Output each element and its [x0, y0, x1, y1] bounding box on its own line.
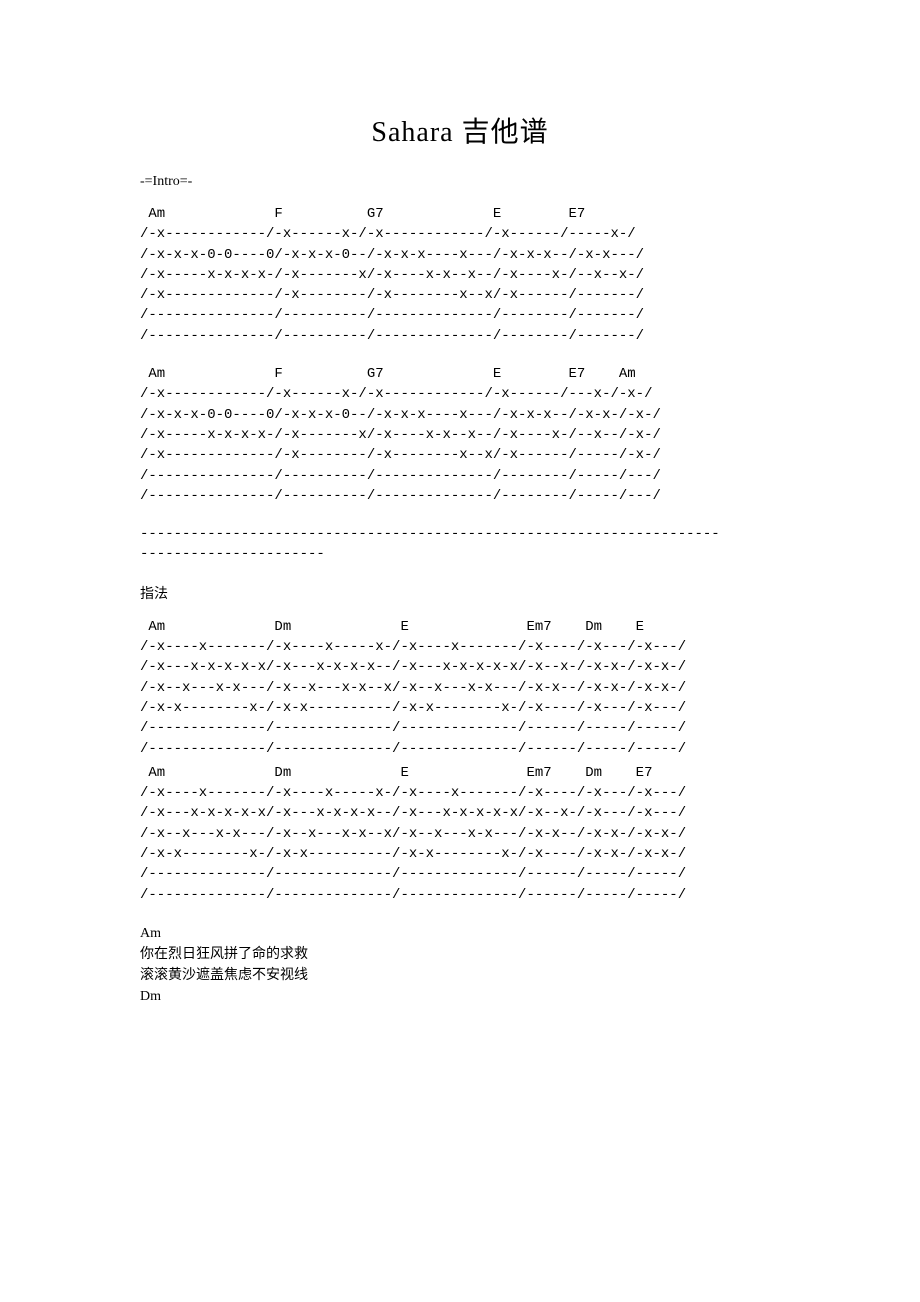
page-title: Sahara 吉他谱	[140, 110, 780, 150]
tab-line: /---------------/----------/------------…	[140, 326, 780, 346]
tab-line: /-x-x--------x-/-x-x----------/-x-x-----…	[140, 698, 780, 718]
tab-line: /--------------/--------------/---------…	[140, 885, 780, 905]
tab-block-3: Am Dm E Em7 Dm E /-x----x-------/-x----x…	[140, 617, 780, 759]
tab-line: /-x--x---x-x---/-x--x---x-x--x/-x--x---x…	[140, 678, 780, 698]
lyric-chord: Dm	[140, 986, 780, 1007]
tab-line: /-x--x---x-x---/-x--x---x-x--x/-x--x---x…	[140, 824, 780, 844]
tab-line: /-x----x-------/-x----x-----x-/-x----x--…	[140, 637, 780, 657]
tab-line: /---------------/----------/------------…	[140, 486, 780, 506]
intro-label: -=Intro=-	[140, 174, 780, 190]
divider-line: ----------------------------------------…	[140, 524, 780, 544]
tab-line: /-x-------------/-x--------/-x--------x-…	[140, 285, 780, 305]
tab-line: /---------------/----------/------------…	[140, 466, 780, 486]
tab-block-1: Am F G7 E E7 /-x------------/-x------x-/…	[140, 204, 780, 346]
tab-line: /--------------/--------------/---------…	[140, 718, 780, 738]
lyric-chord: Am	[140, 923, 780, 944]
divider-line: ----------------------	[140, 544, 780, 564]
tab-line: /-x-----x-x-x-x-/-x-------x/-x----x-x--x…	[140, 265, 780, 285]
tab-line: /-x------------/-x------x-/-x-----------…	[140, 384, 780, 404]
lyric-line: 滚滚黄沙遮盖焦虑不安视线	[140, 965, 780, 986]
tab-line: /--------------/--------------/---------…	[140, 739, 780, 759]
tab-line: /-x-x--------x-/-x-x----------/-x-x-----…	[140, 844, 780, 864]
tab-line: /-x----x-------/-x----x-----x-/-x----x--…	[140, 783, 780, 803]
lyric-line: 你在烈日狂风拼了命的求救	[140, 944, 780, 965]
lyrics-block: Am 你在烈日狂风拼了命的求救 滚滚黄沙遮盖焦虑不安视线 Dm	[140, 923, 780, 1007]
tab-line: /-x-------------/-x--------/-x--------x-…	[140, 445, 780, 465]
tab-line: /-x-x-x-0-0----0/-x-x-x-0--/-x-x-x----x-…	[140, 245, 780, 265]
tab-block-4: Am Dm E Em7 Dm E7 /-x----x-------/-x----…	[140, 763, 780, 905]
tab-line: /---------------/----------/------------…	[140, 305, 780, 325]
tab-block-2: Am F G7 E E7 Am /-x------------/-x------…	[140, 364, 780, 506]
tab-line: /-x---x-x-x-x-x/-x---x-x-x-x--/-x---x-x-…	[140, 657, 780, 677]
tab-line: /-x---x-x-x-x-x/-x---x-x-x-x--/-x---x-x-…	[140, 803, 780, 823]
chord-row: Am Dm E Em7 Dm E	[140, 617, 780, 637]
tab-line: /-x------------/-x------x-/-x-----------…	[140, 224, 780, 244]
document-page: Sahara 吉他谱 -=Intro=- Am F G7 E E7 /-x---…	[0, 0, 920, 1065]
tab-line: /-x-----x-x-x-x-/-x-------x/-x----x-x--x…	[140, 425, 780, 445]
divider-block: ----------------------------------------…	[140, 524, 780, 565]
tab-line: /-x-x-x-0-0----0/-x-x-x-0--/-x-x-x----x-…	[140, 405, 780, 425]
tab-line: /--------------/--------------/---------…	[140, 864, 780, 884]
chord-row: Am Dm E Em7 Dm E7	[140, 763, 780, 783]
fingering-label: 指法	[140, 583, 780, 603]
chord-row: Am F G7 E E7	[140, 204, 780, 224]
chord-row: Am F G7 E E7 Am	[140, 364, 780, 384]
